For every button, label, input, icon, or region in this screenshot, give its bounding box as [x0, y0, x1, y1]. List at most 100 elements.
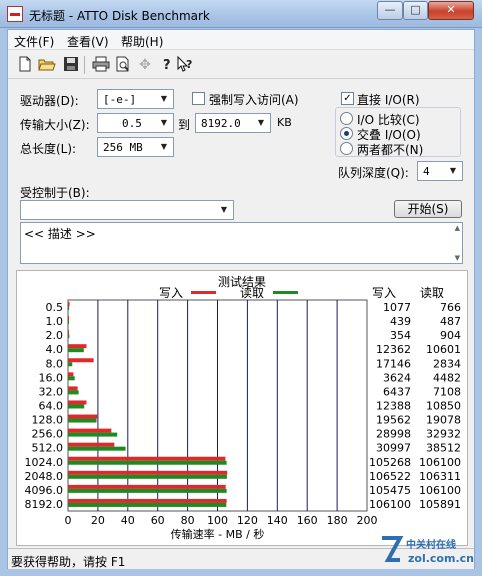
y-tick-label: 1024.0: [25, 456, 64, 469]
read-bar: [68, 376, 75, 381]
y-tick-label: 64.0: [39, 400, 64, 413]
write-value: 106522: [369, 470, 411, 483]
write-value: 30997: [376, 442, 411, 455]
print-icon[interactable]: [92, 56, 110, 74]
title-bar: 无标题 - ATTO Disk Benchmark — □ ✕: [0, 0, 482, 28]
close-button[interactable]: ✕: [428, 1, 474, 20]
y-tick-label: 2048.0: [25, 470, 64, 483]
chevron-down-icon[interactable]: ▼: [254, 115, 268, 131]
write-bar: [68, 358, 94, 363]
write-bar: [68, 400, 87, 405]
transfer-to-label: 到: [178, 118, 191, 132]
drive-value: [-e-]: [103, 93, 137, 106]
start-button[interactable]: 开始(S): [394, 200, 462, 218]
open-folder-icon[interactable]: [38, 56, 56, 74]
write-bar: [68, 372, 74, 377]
chevron-down-icon[interactable]: ▼: [157, 139, 171, 155]
chevron-down-icon[interactable]: ▼: [217, 202, 231, 218]
move-icon[interactable]: ✥: [136, 56, 154, 74]
controlled-by-select[interactable]: ▼: [20, 200, 234, 220]
y-tick-label: 256.0: [32, 428, 64, 441]
description-text: << 描述 >>: [24, 227, 96, 241]
write-bar: [68, 498, 227, 503]
read-value: 19078: [426, 414, 461, 427]
read-bar: [68, 390, 79, 395]
write-bar: [68, 456, 226, 461]
x-tick-label: 60: [151, 514, 165, 527]
y-tick-label: 2.0: [46, 329, 64, 342]
x-tick-label: 80: [181, 514, 195, 527]
read-value: 106100: [419, 456, 461, 469]
context-help-icon[interactable]: ?: [177, 55, 195, 74]
minimize-button[interactable]: —: [377, 1, 403, 20]
read-value: 4482: [433, 371, 461, 384]
queue-depth-select[interactable]: 4 ▼: [417, 161, 463, 181]
transfer-to-value: 8192.0: [201, 117, 241, 130]
scroll-up-icon[interactable]: ▲: [455, 224, 460, 232]
menu-bar: 文件(F) 查看(V) 帮助(H): [8, 30, 474, 50]
neither-radio[interactable]: [340, 142, 353, 155]
scroll-down-icon[interactable]: ▼: [455, 254, 460, 262]
write-value: 105475: [369, 484, 411, 497]
menu-view[interactable]: 查看(V): [67, 33, 109, 50]
y-tick-label: 32.0: [39, 385, 64, 398]
direct-io-checkbox[interactable]: ✓: [341, 92, 354, 105]
write-value: 106100: [369, 498, 411, 511]
total-length-select[interactable]: 256 MB ▼: [97, 137, 174, 157]
help-icon[interactable]: ?: [158, 56, 176, 74]
read-bar: [68, 418, 97, 423]
transfer-to-select[interactable]: 8192.0 ▼: [195, 113, 271, 133]
chevron-down-icon[interactable]: ▼: [157, 115, 171, 131]
new-file-icon[interactable]: [16, 56, 34, 74]
read-bar: [68, 348, 84, 353]
chevron-down-icon[interactable]: ▼: [157, 91, 171, 107]
read-value: 904: [440, 329, 461, 342]
write-bar: [68, 428, 112, 433]
overlapped-io-radio[interactable]: [340, 127, 353, 140]
window-title: 无标题 - ATTO Disk Benchmark: [29, 9, 210, 23]
write-value: 19562: [376, 414, 411, 427]
write-value: 1077: [383, 301, 411, 314]
queue-depth-label: 队列深度(Q):: [338, 166, 409, 180]
read-value: 10601: [426, 343, 461, 356]
print-preview-icon[interactable]: [114, 56, 132, 74]
io-compare-radio[interactable]: [340, 112, 353, 125]
write-bar: [68, 316, 69, 321]
save-icon[interactable]: [62, 56, 80, 74]
direct-io-label: 直接 I/O(R): [357, 93, 420, 107]
drive-select[interactable]: [-e-] ▼: [97, 89, 174, 109]
transfer-rate-chart: 0 20 40 60 80 100 120 140 160 180 200 传输速率 - MB / 秒…: [25, 299, 461, 541]
maximize-button[interactable]: □: [403, 1, 428, 20]
toolbar-separator: [84, 56, 85, 74]
x-tick-label: 0: [65, 514, 72, 527]
y-tick-label: 1.0: [46, 315, 64, 328]
transfer-from-select[interactable]: 0.5 ▼: [97, 113, 174, 133]
drive-label: 驱动器(D):: [20, 94, 79, 108]
x-tick-label: 120: [237, 514, 258, 527]
chevron-down-icon[interactable]: ▼: [446, 163, 460, 179]
read-bar: [68, 502, 227, 507]
read-value: 106100: [419, 484, 461, 497]
force-write-checkbox[interactable]: [192, 92, 205, 105]
force-write-label: 强制写入访问(A): [209, 93, 299, 107]
read-value: 32932: [426, 428, 461, 441]
read-bar: [68, 474, 227, 479]
menu-help[interactable]: 帮助(H): [121, 33, 163, 50]
menu-file[interactable]: 文件(F): [14, 33, 54, 50]
description-field[interactable]: << 描述 >> ▲ ▼: [20, 222, 463, 264]
app-icon: [7, 6, 23, 22]
read-bar: [68, 488, 227, 493]
write-bar: [68, 344, 87, 349]
svg-text:中关村在线: 中关村在线: [406, 538, 456, 551]
read-value: 10850: [426, 400, 461, 413]
controlled-by-label: 受控制于(B):: [20, 186, 90, 200]
x-tick-label: 140: [267, 514, 288, 527]
write-bar: [68, 442, 115, 447]
x-tick-label: 160: [297, 514, 318, 527]
results-panel: 测试结果 写入 读取 写入 读取 0 20 40 60 80 100 120 140 160 18…: [16, 270, 468, 546]
write-value: 6437: [383, 385, 411, 398]
read-bar: [68, 446, 126, 451]
y-tick-label: 512.0: [32, 442, 64, 455]
write-bar: [68, 330, 69, 335]
y-tick-label: 128.0: [32, 414, 64, 427]
